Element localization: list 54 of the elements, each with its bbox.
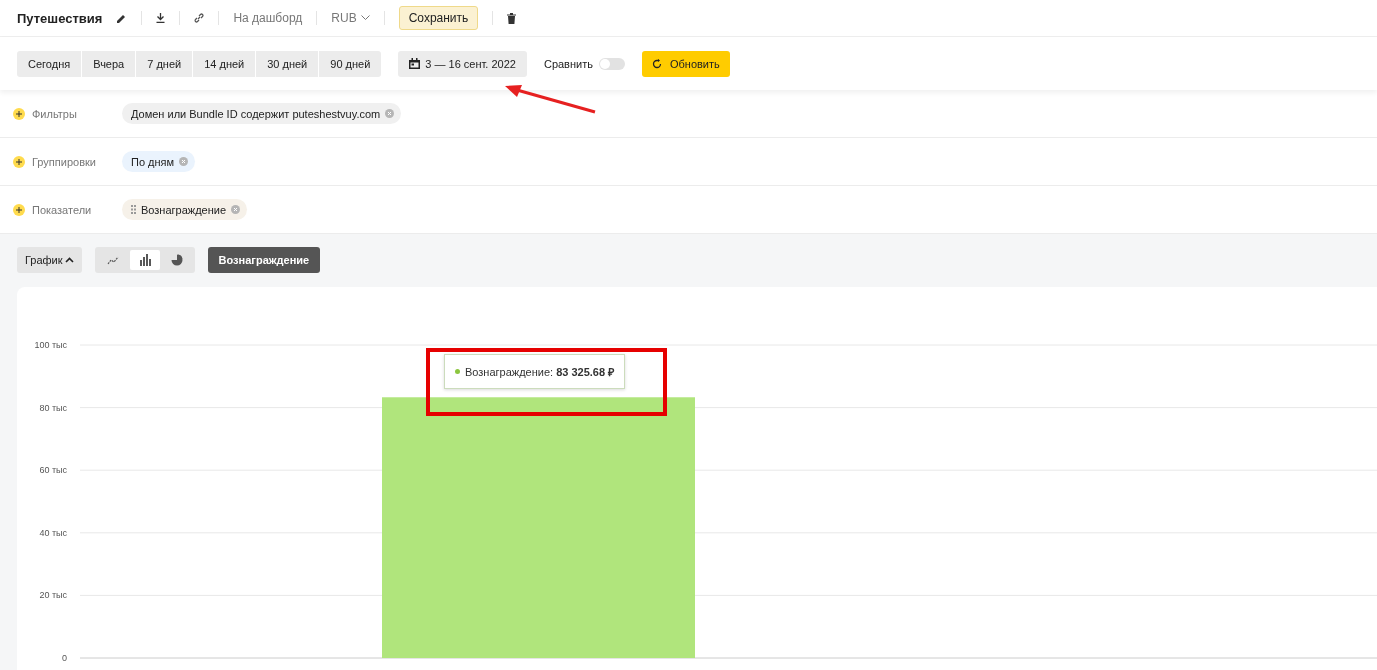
- plus-icon: [16, 158, 22, 165]
- chart-toggle-button[interactable]: График: [17, 247, 82, 273]
- refresh-icon: [651, 58, 662, 69]
- y-axis-label: 60 тыс: [39, 465, 67, 476]
- y-axis-label: 40 тыс: [39, 527, 67, 538]
- dashboard-link[interactable]: На дашборд: [233, 11, 303, 25]
- y-axis-label: 20 тыс: [39, 590, 67, 601]
- row-label: Показатели: [32, 203, 93, 216]
- trash-icon: [507, 12, 517, 24]
- metric-button[interactable]: Вознаграждение: [207, 247, 321, 273]
- chip-label: Вознаграждение: [141, 203, 227, 216]
- delete-button[interactable]: [507, 12, 517, 24]
- date-range-button[interactable]: 3 — 16 сент. 2022: [398, 50, 527, 77]
- refresh-button[interactable]: Обновить: [641, 50, 730, 77]
- chart-type-button[interactable]: [129, 250, 160, 270]
- period-button[interactable]: Сегодня: [17, 50, 82, 77]
- save-button[interactable]: Сохранить: [398, 6, 479, 30]
- bar-chart-icon: [138, 254, 151, 266]
- add-button[interactable]: [13, 107, 25, 120]
- compare-switch[interactable]: [598, 57, 625, 70]
- link-button[interactable]: [194, 13, 205, 23]
- pie-chart-icon: [170, 254, 183, 266]
- add-button[interactable]: [13, 155, 25, 168]
- plus-icon: [16, 206, 22, 213]
- chip-label: Домен или Bundle ID содержит puteshestvuy.com: [131, 107, 381, 120]
- period-button[interactable]: 7 дней: [136, 50, 193, 77]
- chip[interactable]: По дням: [122, 151, 196, 172]
- add-button[interactable]: [13, 203, 25, 216]
- row-label: Группировки: [32, 155, 97, 168]
- drag-handle-icon: [131, 205, 136, 214]
- chevron-down-icon: [360, 15, 370, 21]
- chip-label: По дням: [131, 155, 175, 168]
- download-icon: [156, 13, 166, 23]
- y-axis-label: 100 тыс: [34, 340, 67, 350]
- download-button[interactable]: [156, 13, 166, 23]
- period-button[interactable]: 14 дней: [193, 50, 256, 77]
- chip[interactable]: Домен или Bundle ID содержит puteshestvuy.com: [122, 103, 402, 124]
- chevron-icon: [64, 257, 74, 263]
- plus-icon: [16, 110, 22, 117]
- chip[interactable]: Вознаграждение: [122, 199, 248, 220]
- period-button[interactable]: 90 дней: [319, 50, 382, 77]
- period-button[interactable]: Вчера: [82, 50, 136, 77]
- row-label: Фильтры: [32, 107, 78, 120]
- y-axis-label: 0: [62, 653, 67, 663]
- edit-button[interactable]: [116, 12, 128, 24]
- currency-dropdown[interactable]: RUB: [331, 11, 370, 25]
- link-icon: [194, 13, 205, 23]
- tooltip-text: Вознаграждение: 83 325.68 ₽: [465, 365, 615, 379]
- period-button[interactable]: 30 дней: [256, 50, 319, 77]
- line-chart-icon: [106, 255, 119, 265]
- y-axis-label: 80 тыс: [39, 402, 67, 413]
- report-title: Путешествия: [17, 10, 103, 26]
- compare-label: Сравнить: [543, 57, 593, 70]
- calendar-icon: [409, 58, 421, 69]
